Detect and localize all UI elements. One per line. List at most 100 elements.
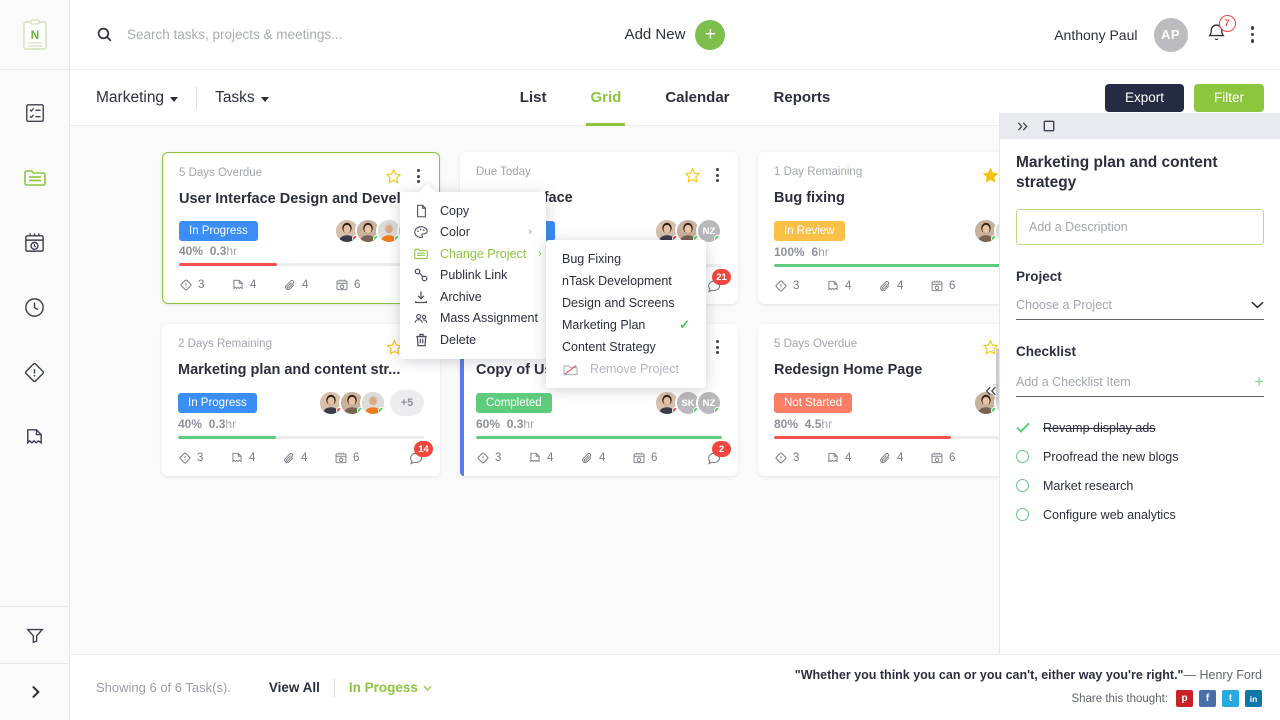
avatar-initials: NZ [702, 397, 716, 409]
comments-button[interactable]: 14 [408, 441, 433, 466]
task-card[interactable]: 2 Days Remaining Marketing plan and cont… [162, 324, 440, 476]
status-filter-dropdown[interactable]: In Progess [349, 680, 432, 695]
pinterest-icon[interactable]: p [1176, 690, 1193, 707]
meetings-count[interactable]: 6 [632, 451, 684, 465]
facebook-icon[interactable]: f [1199, 690, 1216, 707]
issues-count[interactable]: 3 [774, 451, 826, 465]
risks-count[interactable]: 4 [231, 278, 283, 292]
panel-maximize-button[interactable] [1043, 120, 1055, 132]
sidebar-item-timesheets[interactable] [0, 275, 69, 340]
issues-count[interactable]: 3 [476, 451, 528, 465]
meetings-count[interactable]: 6 [334, 451, 386, 465]
tab-reports[interactable]: Reports [774, 70, 831, 126]
sidebar-item-meetings[interactable] [0, 210, 69, 275]
tab-calendar[interactable]: Calendar [665, 70, 729, 126]
meetings-count[interactable]: 6 [930, 279, 982, 293]
meetings-count[interactable]: 6 [335, 278, 387, 292]
checkbox-ring[interactable] [1016, 450, 1029, 464]
tab-list[interactable]: List [520, 70, 547, 126]
project-option-bug-fixing[interactable]: Bug Fixing [546, 248, 706, 270]
risks-count[interactable]: 4 [826, 451, 878, 465]
add-checklist-item-button[interactable]: + [1254, 373, 1264, 390]
checklist-item[interactable]: Revamp display ads [1016, 413, 1264, 442]
breadcrumb-section[interactable]: Tasks [215, 89, 269, 107]
project-option-content-strategy[interactable]: Content Strategy [546, 336, 706, 358]
description-field[interactable]: Add a Description [1016, 209, 1264, 246]
add-new-button[interactable]: Add New + [605, 19, 745, 50]
meetings-count[interactable]: 6 [930, 451, 982, 465]
task-card[interactable]: 1 Day Remaining Bug fixing In Review 100… [758, 152, 1036, 304]
sidebar-item-issues[interactable] [0, 340, 69, 405]
favorite-star-button[interactable] [982, 167, 999, 184]
attachments-count[interactable]: 4 [580, 451, 632, 465]
context-menu-item-change-project[interactable]: Change Project › [400, 243, 546, 265]
favorite-star-button[interactable] [684, 167, 701, 184]
breadcrumb-project[interactable]: Marketing [96, 89, 179, 107]
risks-count[interactable]: 4 [826, 279, 878, 293]
context-menu-item-delete[interactable]: Delete [400, 329, 546, 351]
checkbox-ring[interactable] [1016, 508, 1029, 522]
filter-button[interactable]: Filter [1194, 83, 1264, 112]
sidebar-expand-button[interactable] [0, 664, 69, 720]
project-option-design-and-screens[interactable]: Design and Screens [546, 292, 706, 314]
sidebar-item-risks[interactable] [0, 405, 69, 470]
comments-button[interactable]: 21 [706, 269, 731, 294]
progress-hours: 0.3 [506, 417, 524, 431]
assignee-avatar[interactable] [360, 390, 386, 416]
notifications-button[interactable]: 7 [1204, 14, 1236, 50]
context-menu-item-copy[interactable]: Copy [400, 200, 546, 222]
search-input[interactable] [127, 27, 457, 42]
issues-count[interactable]: 3 [179, 278, 231, 292]
attachments-count[interactable]: 4 [282, 451, 334, 465]
sidebar-item-tasks[interactable] [0, 80, 69, 145]
card-menu-button[interactable] [713, 166, 722, 184]
avatar[interactable]: AP [1153, 17, 1188, 52]
tab-grid[interactable]: Grid [586, 70, 626, 126]
checklist-add-input[interactable]: Add a Checklist Item + [1016, 373, 1264, 398]
checkmark-icon[interactable] [1016, 422, 1030, 434]
checklist-item[interactable]: Proofread the new blogs [1016, 442, 1264, 471]
card-menu-button[interactable] [713, 338, 722, 356]
status-badge[interactable]: Completed [476, 393, 552, 413]
issues-count[interactable]: 3 [774, 279, 826, 293]
linkedin-icon[interactable]: in [1245, 690, 1262, 707]
risks-count[interactable]: 4 [230, 451, 282, 465]
sidebar-filter-button[interactable] [0, 607, 69, 663]
status-badge[interactable]: In Review [774, 221, 845, 241]
checklist-item[interactable]: Configure web analytics [1016, 500, 1264, 529]
checkbox-ring[interactable] [1016, 479, 1029, 493]
chevron-down-icon [170, 96, 179, 102]
context-menu-item-mass-assignment[interactable]: Mass Assignment [400, 308, 546, 330]
card-meta-row: 3 4 4 6 [774, 450, 1020, 466]
view-all-button[interactable]: View All [269, 680, 320, 695]
attachments-count[interactable]: 4 [878, 279, 930, 293]
panel-collapse-button[interactable] [981, 381, 1001, 401]
panel-expand-button[interactable] [1016, 121, 1029, 132]
project-option-ntask-development[interactable]: nTask Development [546, 270, 706, 292]
context-menu-item-archive[interactable]: Archive [400, 286, 546, 308]
context-menu-item-color[interactable]: Color › [400, 222, 546, 244]
favorite-star-button[interactable] [385, 168, 402, 185]
status-badge[interactable]: Not Started [774, 393, 853, 413]
risks-count[interactable]: 4 [528, 451, 580, 465]
checklist-item[interactable]: Market research [1016, 471, 1264, 500]
assignee-avatar[interactable]: NZ [696, 390, 722, 416]
attachments-count[interactable]: 4 [283, 278, 335, 292]
export-button[interactable]: Export [1104, 83, 1184, 112]
status-badge[interactable]: In Progress [178, 393, 257, 413]
project-option-marketing-plan[interactable]: Marketing Plan ✓ [546, 314, 706, 336]
more-options-button[interactable] [1245, 22, 1261, 47]
attachments-count[interactable]: 4 [878, 451, 930, 465]
twitter-icon[interactable]: t [1222, 690, 1239, 707]
card-menu-button[interactable] [414, 167, 423, 185]
sidebar-item-projects[interactable] [0, 145, 69, 210]
comments-button[interactable]: 2 [706, 441, 731, 466]
task-card[interactable]: 5 Days Overdue User Interface Design and… [162, 152, 440, 304]
issues-count[interactable]: 3 [178, 451, 230, 465]
search-container[interactable] [70, 26, 457, 43]
context-menu-item-publink-link[interactable]: Publink Link [400, 265, 546, 287]
status-badge[interactable]: In Progress [179, 221, 258, 241]
more-assignees[interactable]: +5 [390, 390, 424, 416]
app-logo[interactable]: N [0, 0, 69, 70]
project-select[interactable]: Choose a Project [1016, 298, 1264, 321]
